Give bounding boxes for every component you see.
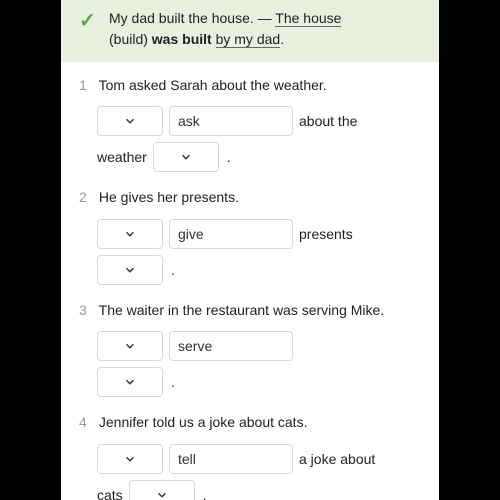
- agent-dropdown[interactable]: [97, 255, 163, 285]
- agent-dropdown[interactable]: [153, 142, 219, 172]
- after-verb-text: a joke about: [299, 449, 375, 469]
- period: .: [225, 149, 231, 165]
- subject-dropdown[interactable]: [97, 219, 163, 249]
- answer-line: tell a joke about: [61, 440, 439, 476]
- example-bold: was built: [152, 31, 212, 47]
- question-prompt: Tom asked Sarah about the weather.: [99, 77, 327, 93]
- example-text-1: My dad built the house. —: [109, 10, 275, 26]
- after-verb-text: presents: [299, 224, 353, 244]
- agent-dropdown[interactable]: [97, 367, 163, 397]
- question-number: 1: [79, 74, 95, 96]
- example-underlined-1: The house: [275, 10, 341, 27]
- continuation-text: weather: [97, 147, 147, 167]
- worksheet-page: ✓ My dad built the house. — The house (b…: [61, 0, 439, 500]
- chevron-down-icon: [123, 227, 137, 241]
- answer-line-2: weather .: [61, 138, 439, 174]
- period: .: [169, 374, 175, 390]
- period: .: [169, 262, 175, 278]
- chevron-down-icon: [123, 452, 137, 466]
- subject-dropdown[interactable]: [97, 106, 163, 136]
- question-prompt: He gives her presents.: [99, 189, 239, 205]
- example-text-4: .: [280, 31, 284, 47]
- verb-input[interactable]: give: [169, 219, 293, 249]
- check-icon: ✓: [79, 6, 96, 36]
- question-3: 3 The waiter in the restaurant was servi…: [61, 287, 439, 327]
- answer-line-2: .: [61, 363, 439, 399]
- question-number: 2: [79, 186, 95, 208]
- continuation-text: cats: [97, 485, 123, 500]
- chevron-down-icon: [123, 375, 137, 389]
- answer-line-2: cats .: [61, 476, 439, 500]
- subject-dropdown[interactable]: [97, 331, 163, 361]
- chevron-down-icon: [155, 488, 169, 500]
- example-box: ✓ My dad built the house. — The house (b…: [61, 0, 439, 62]
- example-text-2: (build): [109, 31, 152, 47]
- answer-line: give presents: [61, 215, 439, 251]
- example-underlined-2: by my dad: [216, 31, 281, 48]
- chevron-down-icon: [179, 150, 193, 164]
- agent-dropdown[interactable]: [129, 480, 195, 500]
- answer-line-2: .: [61, 251, 439, 287]
- after-verb-text: about the: [299, 111, 357, 131]
- verb-input[interactable]: tell: [169, 444, 293, 474]
- question-2: 2 He gives her presents.: [61, 174, 439, 214]
- subject-dropdown[interactable]: [97, 444, 163, 474]
- question-4: 4 Jennifer told us a joke about cats.: [61, 399, 439, 439]
- example-text-3: [212, 31, 216, 47]
- answer-line: ask about the: [61, 102, 439, 138]
- question-number: 3: [79, 299, 95, 321]
- question-prompt: Jennifer told us a joke about cats.: [99, 414, 308, 430]
- question-1: 1 Tom asked Sarah about the weather.: [61, 62, 439, 102]
- chevron-down-icon: [123, 263, 137, 277]
- question-prompt: The waiter in the restaurant was serving…: [99, 302, 385, 318]
- answer-line: serve: [61, 327, 439, 363]
- chevron-down-icon: [123, 339, 137, 353]
- period: .: [201, 487, 207, 500]
- verb-input[interactable]: ask: [169, 106, 293, 136]
- verb-input[interactable]: serve: [169, 331, 293, 361]
- chevron-down-icon: [123, 114, 137, 128]
- question-number: 4: [79, 411, 95, 433]
